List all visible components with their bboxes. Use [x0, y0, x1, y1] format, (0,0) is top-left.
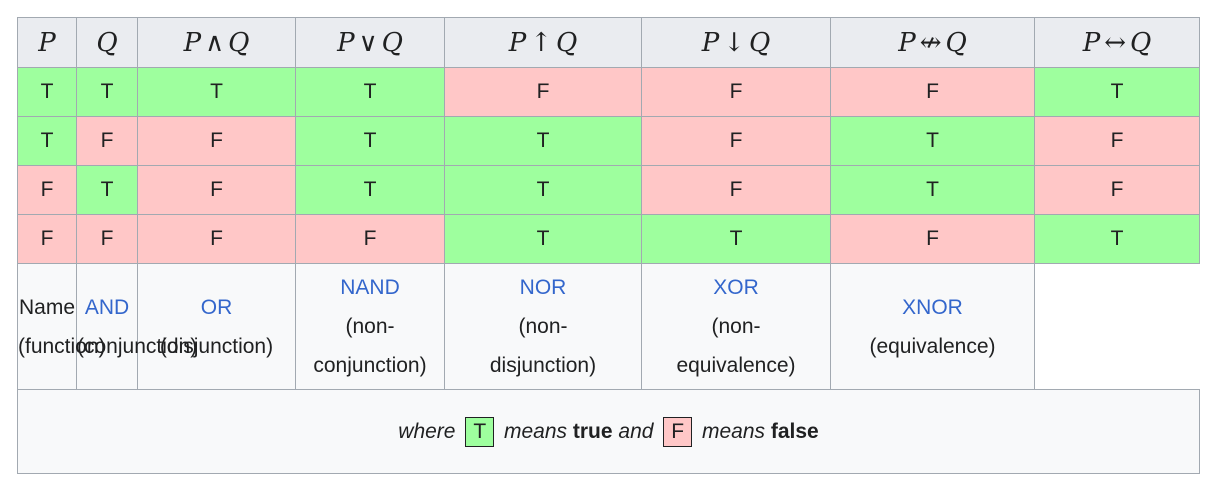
legend-and: and	[618, 419, 654, 443]
xor-link[interactable]: XOR	[642, 268, 830, 307]
legend-false-key: F	[663, 416, 693, 447]
truth-row: TTTTFFFT	[17, 67, 1200, 117]
name-row: Name (function) AND (conjunction) OR (di…	[17, 263, 1200, 390]
footer-row: where T means true and F means false	[17, 389, 1200, 474]
header-row: P Q P ∧ Q P ∨ Q P ↑ Q P ↓ Q P ↮ Q P ↔ Q	[17, 17, 1200, 68]
truth-cell: T	[830, 165, 1035, 215]
truth-cell: T	[295, 165, 445, 215]
truth-cell: F	[137, 165, 296, 215]
truth-cell: F	[137, 116, 296, 166]
truth-cell: T	[137, 67, 296, 117]
truth-cell: F	[1034, 116, 1200, 166]
truth-row: TFFTTFTF	[17, 116, 1200, 166]
nand-link[interactable]: NAND	[296, 268, 444, 307]
truth-cell: T	[444, 116, 642, 166]
header-p: P	[17, 17, 77, 68]
truth-table: P Q P ∧ Q P ∨ Q P ↑ Q P ↓ Q P ↮ Q P ↔ Q TTTTFFFTTFFT…	[17, 17, 1200, 474]
name-and-cell: AND (conjunction)	[76, 263, 197, 390]
header-q: Q	[76, 17, 138, 68]
legend-true-key: T	[465, 416, 495, 447]
legend-means-2: means	[701, 419, 765, 443]
header-or: P ∨ Q	[295, 17, 445, 68]
header-xor: P ↮ Q	[830, 17, 1035, 68]
legend-true-word: true	[572, 419, 613, 443]
name-nand-cell: NAND (non- conjunction)	[295, 263, 445, 390]
truth-cell: T	[641, 214, 831, 264]
truth-cell: T	[830, 116, 1035, 166]
truth-cell: T	[76, 67, 138, 117]
legend-means-1: means	[504, 419, 568, 443]
truth-row: FFFFTTFT	[17, 214, 1200, 264]
header-nor: P ↓ Q	[641, 17, 831, 68]
truth-cell: F	[17, 165, 77, 215]
truth-cell: F	[830, 67, 1035, 117]
name-nor-cell: NOR (non- disjunction)	[444, 263, 642, 390]
truth-cell: F	[17, 214, 77, 264]
truth-cell: F	[295, 214, 445, 264]
nor-link[interactable]: NOR	[445, 268, 641, 307]
truth-cell: F	[1034, 165, 1200, 215]
truth-cell: T	[295, 67, 445, 117]
truth-cell: F	[444, 67, 642, 117]
or-link[interactable]: OR	[138, 288, 295, 327]
truth-cell: T	[17, 67, 77, 117]
legend-cell: where T means true and F means false	[17, 389, 1200, 474]
truth-cell: T	[444, 214, 642, 264]
name-label-cell: Name (function)	[17, 263, 106, 390]
legend-where: where	[398, 419, 456, 443]
truth-cell: F	[641, 67, 831, 117]
truth-cell: T	[17, 116, 77, 166]
truth-cell: F	[641, 116, 831, 166]
header-xnor: P ↔ Q	[1034, 17, 1200, 68]
header-and: P ∧ Q	[137, 17, 296, 68]
truth-cell: T	[76, 165, 138, 215]
truth-cell: F	[137, 214, 296, 264]
truth-cell: F	[641, 165, 831, 215]
truth-row: FTFTTFTF	[17, 165, 1200, 215]
legend-false-word: false	[770, 419, 819, 443]
name-or-cell: OR (disjunction)	[137, 263, 296, 390]
and-link[interactable]: AND	[77, 288, 137, 327]
xnor-link[interactable]: XNOR	[831, 288, 1034, 327]
truth-cell: T	[1034, 214, 1200, 264]
truth-cell: F	[76, 214, 138, 264]
name-xnor-cell: XNOR (equivalence)	[830, 263, 1035, 390]
truth-cell: T	[295, 116, 445, 166]
truth-cell: T	[444, 165, 642, 215]
header-nand: P ↑ Q	[444, 17, 642, 68]
truth-cell: F	[830, 214, 1035, 264]
name-xor-cell: XOR (non- equivalence)	[641, 263, 831, 390]
truth-cell: T	[1034, 67, 1200, 117]
truth-cell: F	[76, 116, 138, 166]
